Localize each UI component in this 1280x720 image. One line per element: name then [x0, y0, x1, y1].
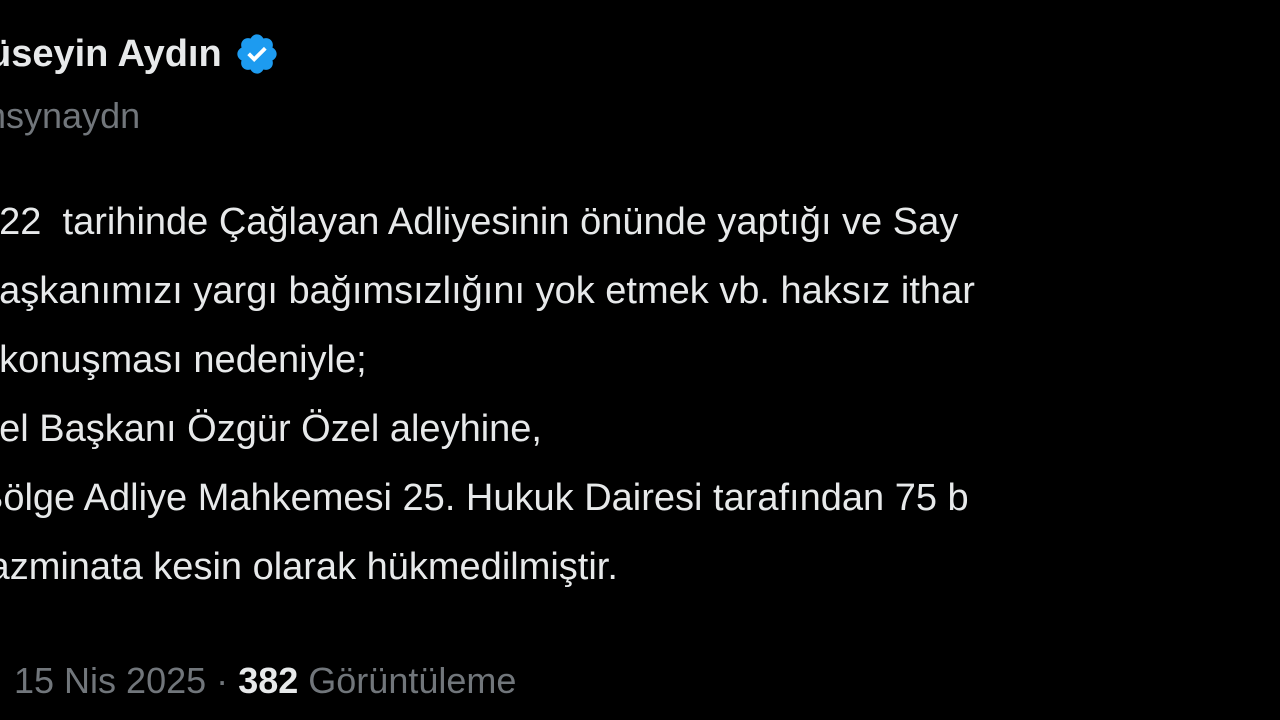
tweet-text-line: 022 tarihinde Çağlayan Adliyesinin önünd… — [0, 201, 959, 243]
tweet-screenshot: üseyin Aydın hsynaydn 022 tarihinde Çağl… — [0, 0, 1280, 720]
tweet-text-line: başkanımızı yargı bağımsızlığını yok etm… — [0, 270, 975, 312]
tweet-text: 022 tarihinde Çağlayan Adliyesinin önünd… — [0, 188, 1280, 602]
tweet-text-line: nel Başkanı Özgür Özel aleyhine, — [0, 408, 542, 450]
tweet-text-line: tazminata kesin olarak hükmedilmiştir. — [0, 546, 618, 588]
views-label: Görüntüleme — [308, 660, 517, 701]
tweet-text-line: Bölge Adliye Mahkemesi 25. Hukuk Dairesi… — [0, 477, 969, 519]
author-display-name[interactable]: üseyin Aydın — [0, 28, 222, 80]
meta-separator: · — [216, 660, 229, 701]
author-name-row[interactable]: üseyin Aydın — [0, 28, 280, 80]
tweet-text-line: ı konuşması nedeniyle; — [0, 339, 367, 381]
author-handle[interactable]: hsynaydn — [0, 92, 140, 140]
tweet-meta: · 15 Nis 2025 · 382 Görüntüleme — [0, 656, 516, 706]
meta-separator: · — [0, 660, 4, 701]
tweet-date[interactable]: 15 Nis 2025 — [14, 660, 206, 701]
views-count: 382 — [238, 660, 299, 701]
verified-badge-icon — [234, 31, 280, 77]
